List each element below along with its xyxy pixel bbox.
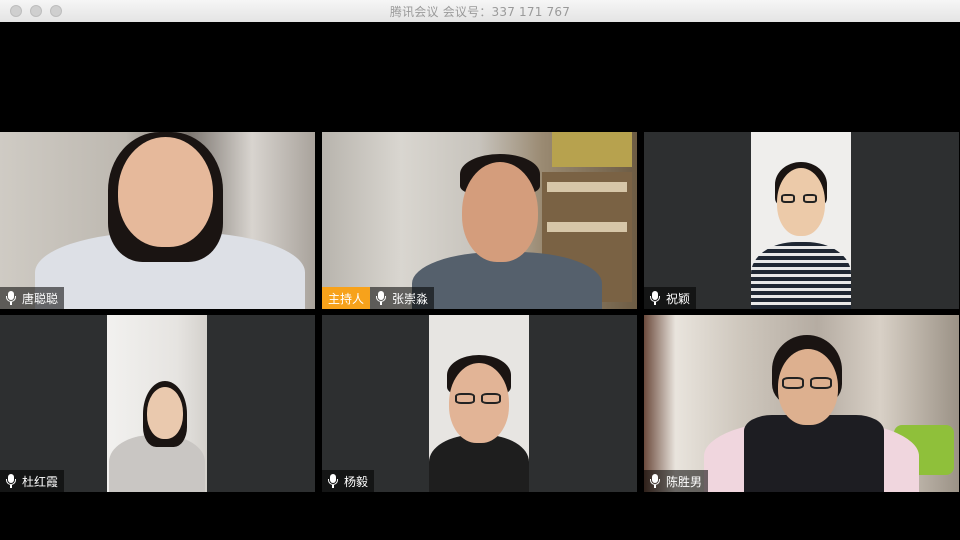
participant-tile-5[interactable]: 杨毅 xyxy=(322,315,637,492)
microphone-icon xyxy=(649,474,661,488)
participant-video xyxy=(429,315,529,492)
participant-video xyxy=(751,132,851,309)
window-titlebar: 腾讯会议 会议号：337 171 767 xyxy=(0,0,960,23)
participant-tile-6[interactable]: 陈胜男 xyxy=(644,315,959,492)
participant-tile-1[interactable]: 唐聪聪 xyxy=(0,132,315,309)
participant-label: 唐聪聪 xyxy=(0,287,65,309)
participant-name: 杜红霞 xyxy=(22,474,59,489)
participant-name: 祝颖 xyxy=(666,291,691,306)
participant-video xyxy=(322,132,637,309)
participant-label: 主持人 张崇淼 xyxy=(322,287,435,309)
microphone-icon xyxy=(5,291,17,305)
participant-name: 杨毅 xyxy=(344,474,369,489)
participant-name: 陈胜男 xyxy=(666,474,703,489)
participant-video xyxy=(107,315,207,492)
video-grid: 唐聪聪 主持人 张崇淼 祝颖 杜红霞 杨毅 陈胜男 xyxy=(0,22,960,540)
participant-label: 杜红霞 xyxy=(0,470,65,492)
participant-label: 陈胜男 xyxy=(644,470,709,492)
participant-tile-4[interactable]: 杜红霞 xyxy=(0,315,315,492)
participant-label: 祝颖 xyxy=(644,287,697,309)
host-badge: 主持人 xyxy=(322,287,371,309)
participant-name: 唐聪聪 xyxy=(22,291,59,306)
microphone-icon xyxy=(5,474,17,488)
window-title: 腾讯会议 会议号：337 171 767 xyxy=(389,5,571,19)
participant-name: 张崇淼 xyxy=(392,291,429,306)
microphone-icon xyxy=(375,291,387,305)
participant-video xyxy=(644,315,959,492)
participant-tile-2[interactable]: 主持人 张崇淼 xyxy=(322,132,637,309)
participant-tile-3[interactable]: 祝颖 xyxy=(644,132,959,309)
microphone-icon xyxy=(327,474,339,488)
participant-label: 杨毅 xyxy=(322,470,375,492)
participant-video xyxy=(0,132,315,309)
microphone-icon xyxy=(649,291,661,305)
